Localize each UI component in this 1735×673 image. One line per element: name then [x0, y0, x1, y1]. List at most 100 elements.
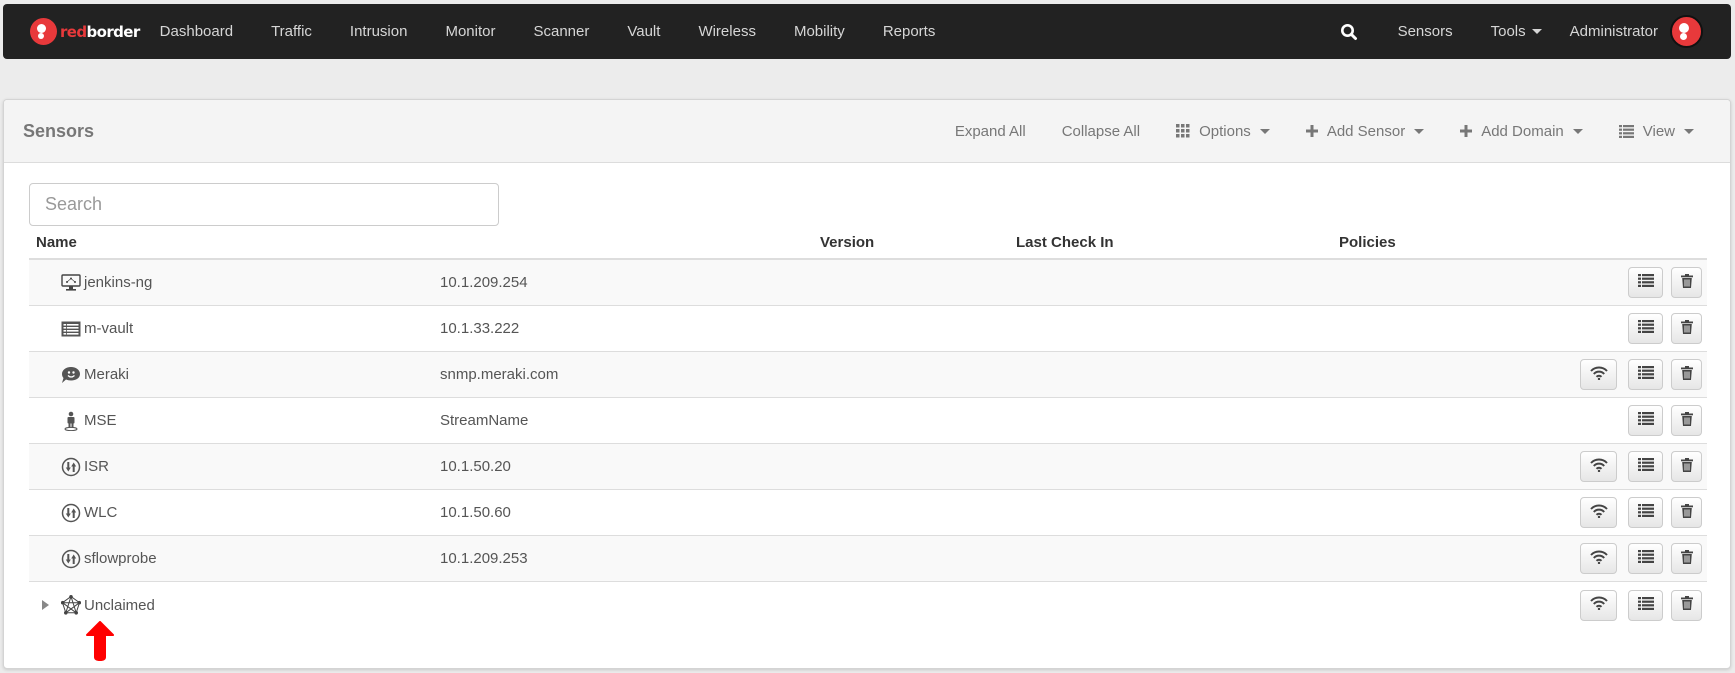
plus-icon: [1305, 125, 1318, 137]
nav-intrusion[interactable]: Intrusion: [331, 23, 427, 40]
wireless-button[interactable]: [1580, 359, 1617, 390]
wireless-button[interactable]: [1580, 589, 1617, 621]
options-dropdown[interactable]: Options: [1158, 123, 1288, 140]
trash-icon: [1680, 273, 1693, 292]
table-row[interactable]: sflowprobe 10.1.209.253: [29, 536, 1707, 582]
list-icon: [1637, 458, 1654, 475]
nav-tools-dropdown[interactable]: Tools: [1491, 23, 1542, 40]
column-header-name[interactable]: Name: [36, 234, 77, 251]
main-nav: Dashboard Traffic Intrusion Monitor Scan…: [160, 4, 955, 59]
row-actions: [1569, 582, 1702, 628]
caret-down-icon: [1531, 29, 1542, 34]
sensors-table: Name Version Last Check In Policies jenk…: [29, 226, 1707, 628]
list-icon: [1637, 596, 1654, 614]
table-row[interactable]: MSE StreamName: [29, 398, 1707, 444]
nav-mobility[interactable]: Mobility: [775, 23, 864, 40]
trash-icon: [1680, 549, 1693, 568]
nav-dashboard[interactable]: Dashboard: [160, 23, 252, 40]
sensor-name[interactable]: ISR: [84, 458, 109, 475]
nav-traffic[interactable]: Traffic: [252, 23, 331, 40]
wireless-button[interactable]: [1580, 497, 1617, 528]
sensor-name[interactable]: MSE: [84, 412, 117, 429]
sensor-name[interactable]: sflowprobe: [84, 550, 157, 567]
wireless-button[interactable]: [1580, 543, 1617, 574]
column-header-policies[interactable]: Policies: [1339, 234, 1396, 251]
expand-toggle[interactable]: [42, 582, 49, 628]
table-row[interactable]: jenkins-ng 10.1.209.254: [29, 260, 1707, 306]
sensor-name[interactable]: jenkins-ng: [84, 274, 152, 291]
sensor-address: 10.1.33.222: [440, 320, 520, 337]
sensor-name[interactable]: WLC: [84, 504, 117, 521]
table-row[interactable]: m-vault 10.1.33.222: [29, 306, 1707, 352]
wifi-icon: [1589, 366, 1608, 384]
sensor-name[interactable]: m-vault: [84, 320, 133, 337]
sensor-name-cell: jenkins-ng: [61, 260, 152, 305]
delete-button[interactable]: [1671, 451, 1702, 482]
details-button[interactable]: [1628, 497, 1663, 528]
sensor-name[interactable]: Unclaimed: [84, 597, 155, 614]
search-icon[interactable]: [1340, 23, 1358, 41]
user-avatar[interactable]: [1670, 15, 1703, 48]
nav-wireless[interactable]: Wireless: [679, 23, 775, 40]
add-domain-dropdown[interactable]: Add Domain: [1442, 123, 1601, 140]
details-button[interactable]: [1628, 589, 1663, 621]
nav-scanner[interactable]: Scanner: [514, 23, 608, 40]
sensor-name-cell: m-vault: [61, 306, 133, 351]
wireless-button[interactable]: [1580, 451, 1617, 482]
nav-vault[interactable]: Vault: [608, 23, 679, 40]
collapse-all-button[interactable]: Collapse All: [1044, 123, 1158, 140]
table-row[interactable]: Unclaimed: [29, 582, 1707, 628]
delete-button[interactable]: [1671, 405, 1702, 436]
sensors-panel: Sensors Expand All Collapse All Options …: [3, 99, 1731, 669]
details-button[interactable]: [1628, 543, 1663, 574]
nav-monitor[interactable]: Monitor: [426, 23, 514, 40]
nav-user-name[interactable]: Administrator: [1570, 23, 1658, 40]
column-header-version[interactable]: Version: [820, 234, 874, 251]
list-icon: [1637, 320, 1654, 337]
nav-sensors[interactable]: Sensors: [1398, 23, 1453, 40]
details-button[interactable]: [1628, 313, 1663, 344]
list-icon: [1637, 274, 1654, 291]
panel-heading: Sensors Expand All Collapse All Options …: [4, 100, 1730, 163]
tools-label: Tools: [1490, 23, 1526, 40]
nav-reports[interactable]: Reports: [864, 23, 955, 40]
delete-button[interactable]: [1671, 497, 1702, 528]
column-header-last-check-in[interactable]: Last Check In: [1016, 234, 1114, 251]
add-sensor-dropdown[interactable]: Add Sensor: [1288, 123, 1442, 140]
delete-button[interactable]: [1671, 589, 1702, 621]
delete-button[interactable]: [1671, 543, 1702, 574]
delete-button[interactable]: [1671, 359, 1702, 390]
wifi-icon: [1589, 504, 1608, 522]
expand-all-button[interactable]: Expand All: [937, 123, 1044, 140]
sensor-name[interactable]: Meraki: [84, 366, 129, 383]
chat-bubble-icon: [61, 365, 81, 385]
details-button[interactable]: [1628, 359, 1663, 390]
table-row[interactable]: WLC 10.1.50.60: [29, 490, 1707, 536]
search-input[interactable]: [29, 183, 499, 226]
brand-logo-link[interactable]: redborder: [30, 4, 140, 59]
add-domain-label: Add Domain: [1481, 122, 1564, 140]
delete-button[interactable]: [1671, 267, 1702, 298]
table-row[interactable]: Meraki snmp.meraki.com: [29, 352, 1707, 398]
table-row[interactable]: ISR 10.1.50.20: [29, 444, 1707, 490]
panel-title: Sensors: [23, 120, 95, 141]
sensor-address: 10.1.209.253: [440, 550, 528, 567]
details-button[interactable]: [1628, 267, 1663, 298]
grid-icon: [1176, 124, 1190, 138]
caret-down-icon: [1414, 128, 1425, 134]
trash-icon: [1680, 319, 1693, 338]
redborder-logo-icon: [30, 18, 57, 45]
row-actions: [1569, 444, 1702, 489]
trash-icon: [1680, 457, 1693, 476]
delete-button[interactable]: [1671, 313, 1702, 344]
network-pentagon-icon: [61, 595, 81, 615]
details-button[interactable]: [1628, 451, 1663, 482]
sensor-name-cell: WLC: [61, 490, 117, 535]
view-dropdown[interactable]: View: [1601, 123, 1730, 140]
sensor-address: 10.1.50.20: [440, 458, 511, 475]
options-label: Options: [1199, 122, 1251, 140]
list-icon: [1618, 124, 1634, 138]
details-button[interactable]: [1628, 405, 1663, 436]
person-stand-icon: [61, 411, 81, 431]
trash-icon: [1680, 503, 1693, 522]
